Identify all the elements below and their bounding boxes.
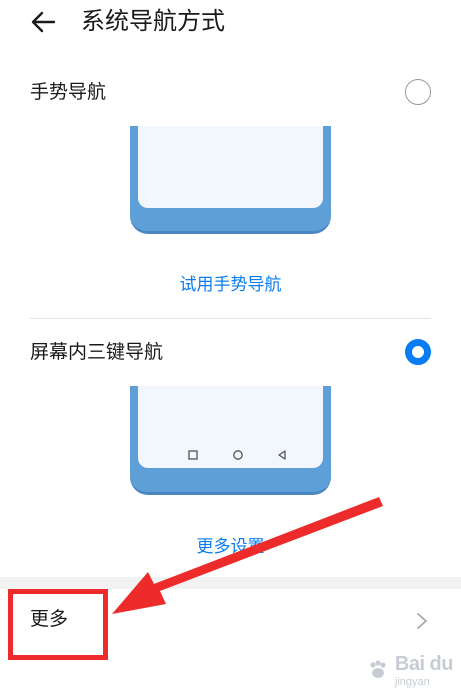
option-gesture-navigation[interactable]: 手势导航: [0, 68, 461, 116]
more-settings-link[interactable]: 更多设置: [0, 534, 461, 560]
triangle-back-icon: [278, 450, 286, 460]
option-three-key-navigation[interactable]: 屏幕内三键导航: [0, 328, 461, 376]
option-label-gesture: 手势导航: [30, 81, 107, 103]
watermark-sub: jingyan: [394, 675, 430, 688]
title-bar: 系统导航方式: [0, 0, 461, 48]
baidu-watermark: Bai du jingyan: [367, 652, 454, 688]
try-gesture-link[interactable]: 试用手势导航: [0, 272, 461, 298]
watermark-logo: Bai du: [394, 652, 454, 675]
gesture-navigation-illustration: [130, 126, 331, 234]
phone-screen: [138, 126, 323, 208]
square-icon: [188, 450, 198, 460]
page-title: 系统导航方式: [81, 7, 225, 35]
section-separator: [0, 577, 461, 589]
back-button[interactable]: [28, 6, 60, 38]
three-key-radio-button[interactable]: [405, 339, 431, 365]
divider: [30, 318, 431, 319]
chevron-right-icon: [417, 613, 427, 629]
option-label-three-key: 屏幕内三键导航: [30, 341, 164, 363]
nav-keys: [138, 448, 323, 462]
arrow-left-icon: [31, 11, 56, 33]
circle-icon: [233, 450, 243, 460]
annotation-highlight-box: [8, 589, 108, 660]
gesture-radio-button[interactable]: [405, 79, 431, 105]
three-key-navigation-illustration: [130, 386, 331, 495]
phone-screen: [138, 386, 323, 468]
paw-logo-icon: [370, 660, 386, 678]
